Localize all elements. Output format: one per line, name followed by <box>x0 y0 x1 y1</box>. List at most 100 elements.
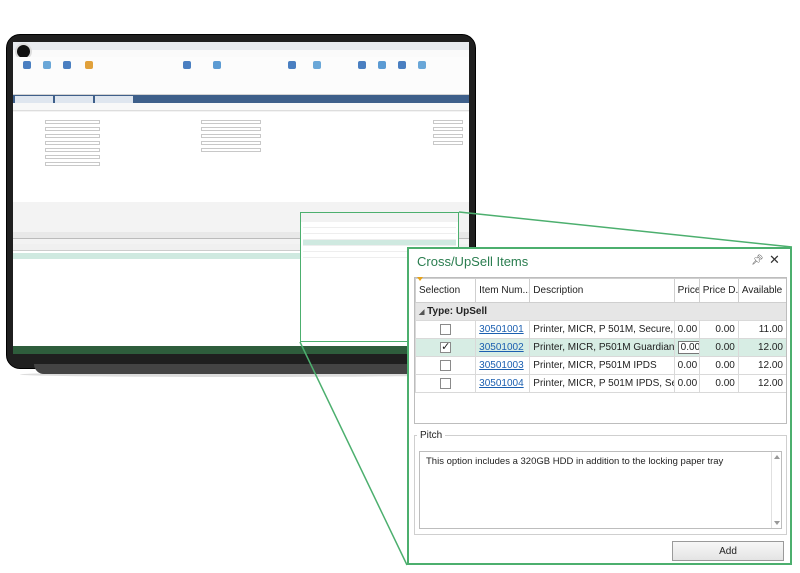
table-row-selected[interactable]: 30501002 Printer, MICR, P501M Guardian, … <box>415 338 786 357</box>
ribbon-icon <box>358 61 366 69</box>
item-number-link[interactable]: 30501001 <box>479 324 524 335</box>
cross-upsell-dialog: Cross/UpSell Items 📌︎ ✕ Selection Item N… <box>407 247 792 565</box>
screen-tab <box>15 96 53 103</box>
item-number-link[interactable]: 30501002 <box>479 342 524 353</box>
form-field <box>45 162 100 166</box>
form-field <box>45 134 100 138</box>
column-header-selection[interactable]: Selection <box>415 278 477 303</box>
ribbon-icon <box>85 61 93 69</box>
selection-cell[interactable] <box>415 356 477 375</box>
screen-ribbon <box>13 57 469 95</box>
screen-title-bar <box>13 42 469 50</box>
column-header-description[interactable]: Description <box>529 278 675 303</box>
selection-checkbox-checked[interactable] <box>440 340 452 353</box>
form-field <box>433 127 463 131</box>
zoom-line-top <box>458 211 793 248</box>
price-cell[interactable]: 0.00 <box>673 338 700 357</box>
available-cell: 12.00 <box>737 338 786 357</box>
price-discount-cell: 0.00 <box>698 374 739 393</box>
scroll-down-icon[interactable] <box>774 521 780 525</box>
table-row[interactable]: 30501003 Printer, MICR, P501M IPDS 0.00 … <box>415 356 786 375</box>
scroll-up-icon[interactable] <box>774 455 780 459</box>
ribbon-icon <box>213 61 221 69</box>
screen-tab <box>55 96 93 103</box>
dialog-title: Cross/UpSell Items <box>417 254 529 269</box>
ribbon-icon <box>378 61 386 69</box>
ribbon-icon <box>43 61 51 69</box>
mini-dialog-title <box>301 213 458 222</box>
screen-document-form <box>13 112 469 202</box>
pitch-text: This option includes a 320GB HDD in addi… <box>426 456 724 467</box>
screen-toolbar <box>13 103 469 111</box>
price-discount-cell: 0.00 <box>698 320 739 339</box>
form-field <box>201 148 261 152</box>
table-header-row: Selection Item Num... Description Price … <box>415 278 786 303</box>
selection-checkbox[interactable] <box>440 359 452 371</box>
selection-checkbox[interactable] <box>440 323 452 335</box>
items-grid: Selection Item Num... Description Price … <box>414 277 787 424</box>
ribbon-icon <box>418 61 426 69</box>
description-cell: Printer, MICR, P 501M IPDS, Sec... <box>529 374 675 393</box>
selection-cell[interactable] <box>415 374 477 393</box>
sort-indicator-icon <box>417 277 423 281</box>
item-number-cell: 30501003 <box>475 356 531 375</box>
description-cell: Printer, MICR, P501M IPDS <box>529 356 675 375</box>
screen-document-tabs <box>13 95 469 103</box>
laptop-base <box>34 364 446 374</box>
items-table: Selection Item Num... Description Price … <box>415 278 786 393</box>
ribbon-icon <box>183 61 191 69</box>
close-icon[interactable]: ✕ <box>769 252 780 268</box>
form-field <box>45 148 100 152</box>
ribbon-icon <box>398 61 406 69</box>
screen-status-bar <box>13 346 469 354</box>
pitch-textarea[interactable]: This option includes a 320GB HDD in addi… <box>419 451 782 529</box>
column-header-available[interactable]: Available <box>737 278 786 303</box>
ribbon-icon <box>23 61 31 69</box>
column-header-price[interactable]: Price <box>673 278 700 303</box>
form-field <box>45 127 100 131</box>
pitch-scrollbar[interactable] <box>771 452 781 528</box>
pin-icon[interactable]: 📌︎ <box>751 255 764 266</box>
form-field <box>201 120 261 124</box>
form-field <box>45 120 100 124</box>
form-field <box>201 127 261 131</box>
group-row-upsell[interactable]: ◢ Type: UpSell <box>415 302 786 321</box>
price-cell: 0.00 <box>673 356 700 375</box>
table-row[interactable]: 30501004 Printer, MICR, P 501M IPDS, Sec… <box>415 374 786 393</box>
group-label: ◢ Type: UpSell <box>415 302 786 321</box>
item-number-link[interactable]: 30501004 <box>479 378 524 389</box>
table-row[interactable]: 30501001 Printer, MICR, P 501M, Secure, … <box>415 320 786 339</box>
form-field <box>433 134 463 138</box>
item-number-link[interactable]: 30501003 <box>479 360 524 371</box>
form-field <box>45 141 100 145</box>
selection-cell[interactable] <box>415 338 477 357</box>
item-number-cell: 30501004 <box>475 374 531 393</box>
available-cell: 11.00 <box>737 320 786 339</box>
price-cell: 0.00 <box>673 374 700 393</box>
screen-menu-bar <box>13 50 469 57</box>
ribbon-icon <box>288 61 296 69</box>
column-header-item-number[interactable]: Item Num... <box>475 278 531 303</box>
add-button[interactable]: Add <box>672 541 784 561</box>
form-field <box>433 120 463 124</box>
price-edit-box[interactable]: 0.00 <box>677 341 699 354</box>
price-discount-cell: 0.00 <box>698 356 739 375</box>
form-field <box>45 155 100 159</box>
form-field <box>201 134 261 138</box>
available-cell: 12.00 <box>737 356 786 375</box>
description-cell: Printer, MICR, P 501M, Secure, (... <box>529 320 675 339</box>
column-header-price-discount[interactable]: Price D... <box>698 278 739 303</box>
form-field <box>201 141 261 145</box>
available-cell: 12.00 <box>737 374 786 393</box>
group-label-text: Type: UpSell <box>427 306 487 317</box>
ribbon-icon <box>313 61 321 69</box>
ribbon-icon <box>63 61 71 69</box>
description-cell: Printer, MICR, P501M Guardian, (... <box>529 338 675 357</box>
price-discount-cell: 0.00 <box>698 338 739 357</box>
selection-cell[interactable] <box>415 320 477 339</box>
pitch-label: Pitch <box>417 430 446 441</box>
item-number-cell: 30501001 <box>475 320 531 339</box>
price-cell: 0.00 <box>673 320 700 339</box>
item-number-cell: 30501002 <box>475 338 531 357</box>
selection-checkbox[interactable] <box>440 377 452 389</box>
